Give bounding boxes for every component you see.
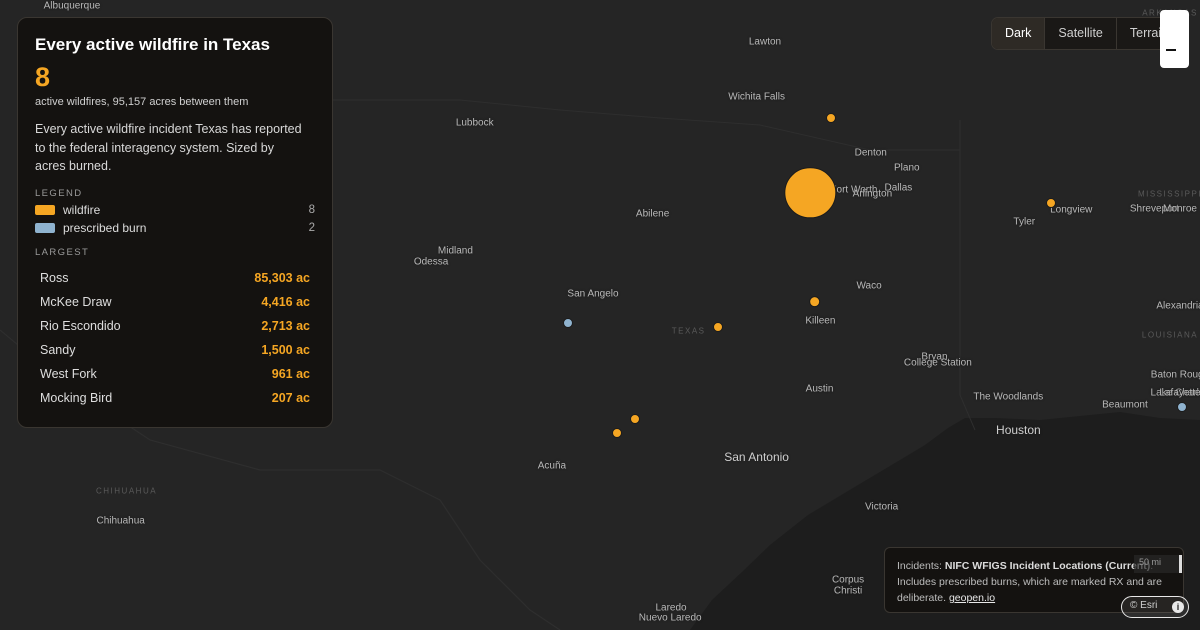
place-label: San Angelo [567,288,619,300]
count-subtitle: active wildfires, 95,157 acres between t… [35,96,249,108]
place-label: Abilene [635,208,670,220]
legend-heading: LEGEND [35,187,83,199]
fire-name: Ross [40,270,69,285]
wildfire-marker[interactable] [826,112,837,123]
legend-label: wildfire [63,203,101,217]
place-label: Waco [856,280,882,292]
wildfire-marker[interactable] [713,322,724,333]
place-label: Acuña [537,460,567,472]
esri-attribution[interactable]: © Esri i [1121,596,1189,618]
place-label: Victoria [865,501,899,513]
place-label: Corpus [831,574,865,586]
place-label: Odessa [413,256,449,268]
fire-acres: 2,713 ac [261,318,310,333]
geopen-link[interactable]: geopen.io [949,592,995,604]
wildfire-marker[interactable] [612,428,623,439]
place-label: Lubbock [455,117,494,129]
panel-description: Every active wildfire incident Texas has… [35,122,302,173]
fire-acres: 4,416 ac [261,294,310,309]
place-label: Tyler [1013,216,1036,228]
place-label: San Antonio [724,450,789,465]
wildfire-marker[interactable] [629,413,640,424]
wildfire-swatch [35,205,55,215]
place-label: Plano [894,162,920,174]
largest-fire-row[interactable]: West Fork 961 ac [35,362,315,386]
fire-name: Mocking Bird [40,390,113,405]
place-label: College Station [903,357,972,369]
place-label: Denton [854,147,887,159]
place-label: Houston [996,423,1041,438]
panel-title: Every active wildfire in Texas [35,35,270,54]
largest-fire-row[interactable]: Ross 85,303 ac [35,266,315,290]
fire-acres: 85,303 ac [254,270,310,285]
info-icon[interactable]: i [1172,601,1184,613]
info-panel: Every active wildfire in Texas 8 active … [17,17,333,428]
prescribed-burn-marker[interactable] [1176,401,1187,412]
zoom-out-icon[interactable] [1166,49,1176,51]
largest-fires-list: Ross 85,303 ac McKee Draw 4,416 ac Rio Esc… [35,266,315,410]
wildfire-marker[interactable] [1046,197,1057,208]
scale-bar: 50 mi [1134,555,1182,573]
largest-fire-row[interactable]: Rio Escondido 2,713 ac [35,314,315,338]
wildfire-marker[interactable] [808,295,821,308]
place-label: Laredo [655,602,687,614]
place-label: The Woodlands [973,391,1044,403]
legend-item-wildfire: wildfire 8 [35,203,315,217]
place-label: Longview [1050,204,1093,216]
place-label: Chihuahua [96,515,145,527]
place-label: Baton Rouge [1150,369,1200,381]
place-label: Wichita Falls [728,91,785,103]
place-label: Nuevo Laredo [638,612,702,624]
place-label: Arlington [852,188,893,200]
region-label: TEXAS [671,326,706,336]
state-border [959,120,976,431]
fire-acres: 207 ac [271,390,310,405]
place-label: Beaumont [1102,399,1148,410]
region-label: MISSISSIPPI [1137,189,1200,199]
place-label: Monroe [1163,203,1197,215]
legend-count: 8 [308,204,315,216]
legend-item-prescribed-burn: prescribed burn 2 [35,221,315,235]
place-label: Albuquerque [43,0,101,12]
largest-fire-row[interactable]: Mocking Bird 207 ac [35,386,315,410]
place-label: Lafayette [1159,387,1200,399]
active-fire-count: 8 [35,62,51,92]
place-label: Killeen [805,315,836,327]
basemap-option-dark[interactable]: Dark [992,18,1045,49]
largest-heading: LARGEST [35,246,90,258]
esri-label: © Esri [1130,600,1158,611]
place-label: Austin [805,383,834,395]
prescribed-burn-marker[interactable] [562,317,573,328]
basemap-option-satellite[interactable]: Satellite [1044,18,1115,49]
legend-count: 2 [308,222,315,234]
fire-acres: 961 ac [271,366,310,381]
state-border-north [299,30,960,151]
region-label: LOUISIANA [1141,330,1199,340]
attribution-prefix: Incidents: [897,560,945,572]
place-label: Midland [437,245,473,257]
fire-acres: 1,500 ac [261,342,310,357]
region-label: CHIHUAHUA [96,486,158,496]
legend: wildfire 8 prescribed burn 2 [35,203,315,235]
place-label: Christi [833,585,863,597]
fire-name: West Fork [40,366,97,381]
attribution-source: NIFC WFIGS Incident Locations (Current) [944,560,1151,572]
prescribed-burn-swatch [35,223,55,233]
zoom-control[interactable] [1160,10,1189,68]
place-label: Lawton [748,36,782,48]
largest-fire-row[interactable]: Sandy 1,500 ac [35,338,315,362]
fire-name: Sandy [40,342,76,357]
fire-name: Rio Escondido [40,318,121,333]
basemap-switcher: Dark Satellite Terrain [991,17,1183,50]
place-label: Alexandria [1156,300,1200,312]
fire-name: McKee Draw [40,294,112,309]
legend-label: prescribed burn [63,221,147,235]
largest-fire-row[interactable]: McKee Draw 4,416 ac [35,290,315,314]
